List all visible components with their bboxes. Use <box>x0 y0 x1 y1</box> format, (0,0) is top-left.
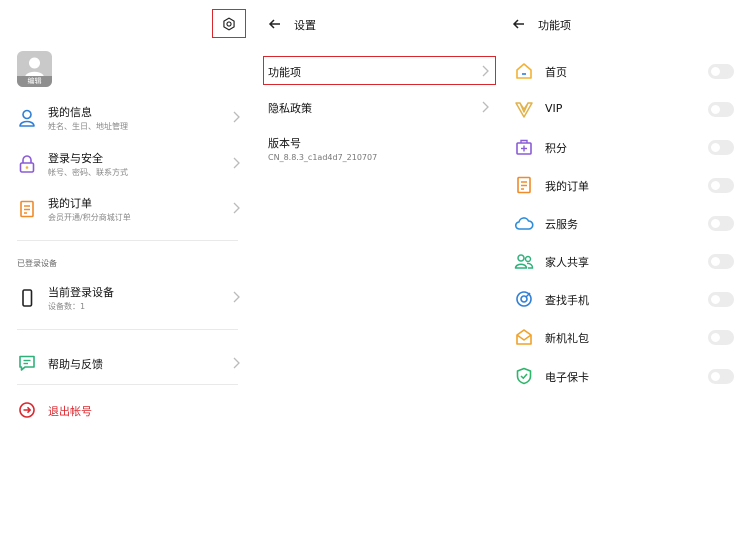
settings-item-privacy[interactable]: 隐私政策 <box>268 100 490 116</box>
feature-label: 积分 <box>545 142 567 155</box>
chat-icon <box>19 355 35 371</box>
feature-toggle-find-phone[interactable] <box>708 292 734 307</box>
current-device-title: 当前登录设备 <box>48 286 114 299</box>
gift-icon <box>516 329 532 345</box>
login-security-item[interactable]: 登录与安全 帐号、密码、联系方式 <box>17 150 241 180</box>
divider <box>17 329 238 330</box>
devices-section-label: 已登录设备 <box>17 259 57 268</box>
feature-label: 我的订单 <box>545 180 589 193</box>
back-arrow-icon[interactable] <box>268 17 282 31</box>
settings-item-features[interactable]: 功能项 <box>268 64 490 80</box>
feature-item-gift: 新机礼包 <box>514 327 734 349</box>
chevron-right-icon <box>482 101 489 113</box>
feature-toggle-orders[interactable] <box>708 178 734 193</box>
home-icon <box>516 63 532 79</box>
feature-toggle-points[interactable] <box>708 140 734 155</box>
feature-label: 查找手机 <box>545 294 589 307</box>
account-panel: 编辑 我的信息 姓名、生日、地址管理 登录与安全 帐号、密码、联系方式 我的订单… <box>0 0 250 545</box>
feature-label: 云服务 <box>545 218 578 231</box>
login-security-subtitle: 帐号、密码、联系方式 <box>48 168 128 177</box>
features-title: 功能项 <box>538 19 571 32</box>
order-icon <box>517 176 531 194</box>
feature-toggle-family[interactable] <box>708 254 734 269</box>
feature-label: VIP <box>545 102 563 115</box>
help-feedback-item[interactable]: 帮助与反馈 <box>17 353 241 375</box>
my-info-title: 我的信息 <box>48 106 92 119</box>
my-info-subtitle: 姓名、生日、地址管理 <box>48 122 128 131</box>
feature-label: 家人共享 <box>545 256 589 269</box>
feature-toggle-vip[interactable] <box>708 102 734 117</box>
find-phone-icon <box>516 291 532 307</box>
logout-button[interactable]: 退出帐号 <box>17 400 241 422</box>
chevron-right-icon <box>233 202 240 214</box>
feature-label: 新机礼包 <box>545 332 589 345</box>
avatar[interactable]: 编辑 <box>17 51 52 87</box>
feature-label: 首页 <box>545 66 567 79</box>
help-feedback-title: 帮助与反馈 <box>48 358 103 371</box>
receipt-icon <box>20 200 34 218</box>
settings-item-label: 隐私政策 <box>268 102 312 115</box>
cloud-icon <box>514 217 534 230</box>
family-icon <box>514 254 534 269</box>
settings-item-version[interactable]: 版本号 CN_8.8.3_c1ad4d7_210707 <box>268 135 490 165</box>
chevron-right-icon <box>233 357 240 369</box>
settings-button[interactable] <box>212 9 246 38</box>
feature-toggle-warranty[interactable] <box>708 369 734 384</box>
current-device-subtitle: 设备数：1 <box>48 302 86 311</box>
feature-item-family: 家人共享 <box>514 251 734 273</box>
chevron-right-icon <box>233 291 240 303</box>
phone-icon <box>22 289 33 307</box>
points-icon <box>516 139 532 155</box>
settings-item-label: 功能项 <box>268 66 301 79</box>
divider <box>17 240 238 241</box>
chevron-right-icon <box>482 65 489 77</box>
chevron-right-icon <box>233 157 240 169</box>
my-orders-item[interactable]: 我的订单 会员开通/积分商城订单 <box>17 195 241 225</box>
login-security-title: 登录与安全 <box>48 152 103 165</box>
my-orders-subtitle: 会员开通/积分商城订单 <box>48 213 131 222</box>
chevron-right-icon <box>233 111 240 123</box>
avatar-edit-label[interactable]: 编辑 <box>17 76 52 87</box>
my-info-item[interactable]: 我的信息 姓名、生日、地址管理 <box>17 104 241 134</box>
gear-icon <box>223 17 235 30</box>
feature-label: 电子保卡 <box>545 371 589 384</box>
feature-item-orders: 我的订单 <box>514 175 734 197</box>
feature-item-home: 首页 <box>514 61 734 83</box>
features-header: 功能项 <box>512 17 712 35</box>
logout-icon <box>19 402 35 418</box>
settings-header: 设置 <box>268 17 468 35</box>
feature-item-warranty: 电子保卡 <box>514 366 734 388</box>
settings-title: 设置 <box>294 19 316 32</box>
my-orders-title: 我的订单 <box>48 197 92 210</box>
feature-item-points: 积分 <box>514 137 734 159</box>
current-device-item[interactable]: 当前登录设备 设备数：1 <box>17 284 241 314</box>
settings-item-label: 版本号 <box>268 137 301 150</box>
divider <box>17 384 238 385</box>
feature-toggle-home[interactable] <box>708 64 734 79</box>
feature-item-find-phone: 查找手机 <box>514 289 734 311</box>
feature-toggle-cloud[interactable] <box>708 216 734 231</box>
person-icon <box>19 109 35 127</box>
version-number: CN_8.8.3_c1ad4d7_210707 <box>268 153 378 162</box>
vip-icon <box>515 102 533 118</box>
feature-item-vip: VIP <box>514 99 734 121</box>
back-arrow-icon[interactable] <box>512 17 526 31</box>
logout-label: 退出帐号 <box>48 405 92 418</box>
lock-icon <box>19 155 35 173</box>
feature-item-cloud: 云服务 <box>514 213 734 235</box>
feature-toggle-gift[interactable] <box>708 330 734 345</box>
shield-icon <box>516 367 532 385</box>
